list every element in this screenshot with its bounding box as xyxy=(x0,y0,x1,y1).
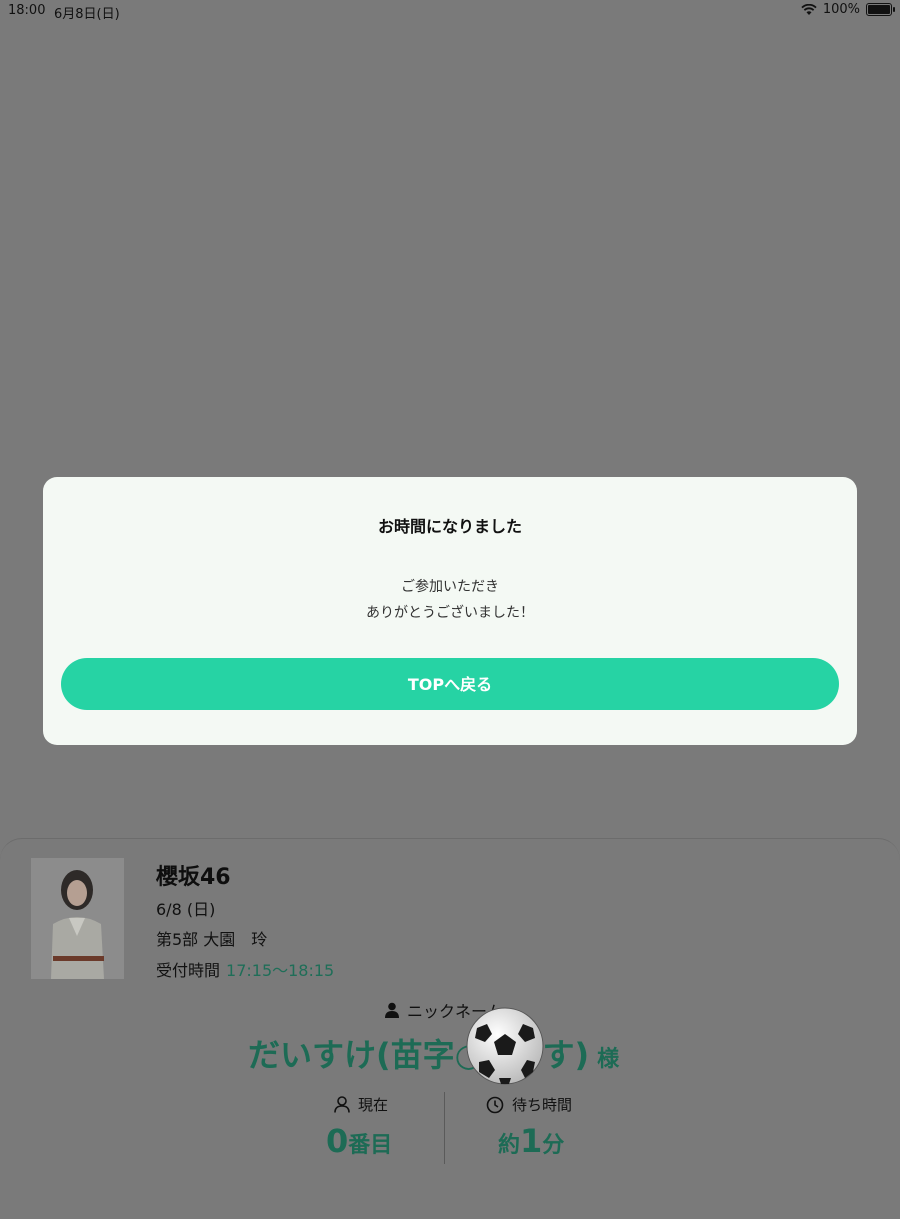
wait-prefix: 約 xyxy=(498,1133,521,1158)
status-time: 18:00 xyxy=(8,3,46,18)
dialog-message-line1: ご参加いただき xyxy=(401,579,499,595)
reception-time: 17:15〜18:15 xyxy=(226,961,335,980)
event-date: 6/8 (日) xyxy=(156,900,216,919)
stats-divider xyxy=(444,1092,445,1164)
battery-fill xyxy=(868,5,890,14)
wait-value: 1 xyxy=(520,1122,543,1160)
wait-unit: 分 xyxy=(542,1133,565,1158)
reception-label: 受付時間 xyxy=(156,961,221,980)
person-icon xyxy=(385,1002,399,1018)
soccer-ball-icon xyxy=(466,1007,544,1085)
current-label: 現在 xyxy=(358,1096,389,1114)
nickname-row: だいすけ(苗字○○です) 様 xyxy=(248,1030,619,1076)
member-photo xyxy=(31,858,124,979)
wait-time: 約1分 xyxy=(498,1122,564,1160)
event-sheet xyxy=(0,838,900,1219)
current-value: 0 xyxy=(326,1122,349,1160)
current-position: 0番目 xyxy=(326,1122,392,1160)
battery-percent: 100% xyxy=(822,2,860,17)
status-date: 6月8日(日) xyxy=(54,7,120,22)
wait-label-row: 待ち時間 xyxy=(486,1094,572,1115)
wifi-icon xyxy=(801,3,817,15)
nickname-suffix: 様 xyxy=(597,1047,620,1072)
wait-label: 待ち時間 xyxy=(512,1096,573,1114)
back-to-top-button[interactable]: TOPへ戻る xyxy=(61,658,839,710)
dialog-message-line2: ありがとうございました！ xyxy=(366,605,534,621)
status-right: 100% xyxy=(801,2,895,17)
current-label-row: 現在 xyxy=(334,1094,388,1115)
battery-icon xyxy=(866,3,895,16)
clock-icon xyxy=(486,1096,504,1113)
group-name: 櫻坂46 xyxy=(156,865,231,890)
event-part: 第5部 大園 玲 xyxy=(156,930,268,949)
current-unit: 番目 xyxy=(348,1133,393,1158)
status-bar: 18:00 6月8日(日) 100% xyxy=(0,0,900,24)
person-outline-icon xyxy=(334,1096,350,1113)
reception-time-row: 受付時間 17:15〜18:15 xyxy=(156,957,334,981)
dialog-title: お時間になりました xyxy=(377,517,522,536)
member-photo-image xyxy=(31,858,124,979)
